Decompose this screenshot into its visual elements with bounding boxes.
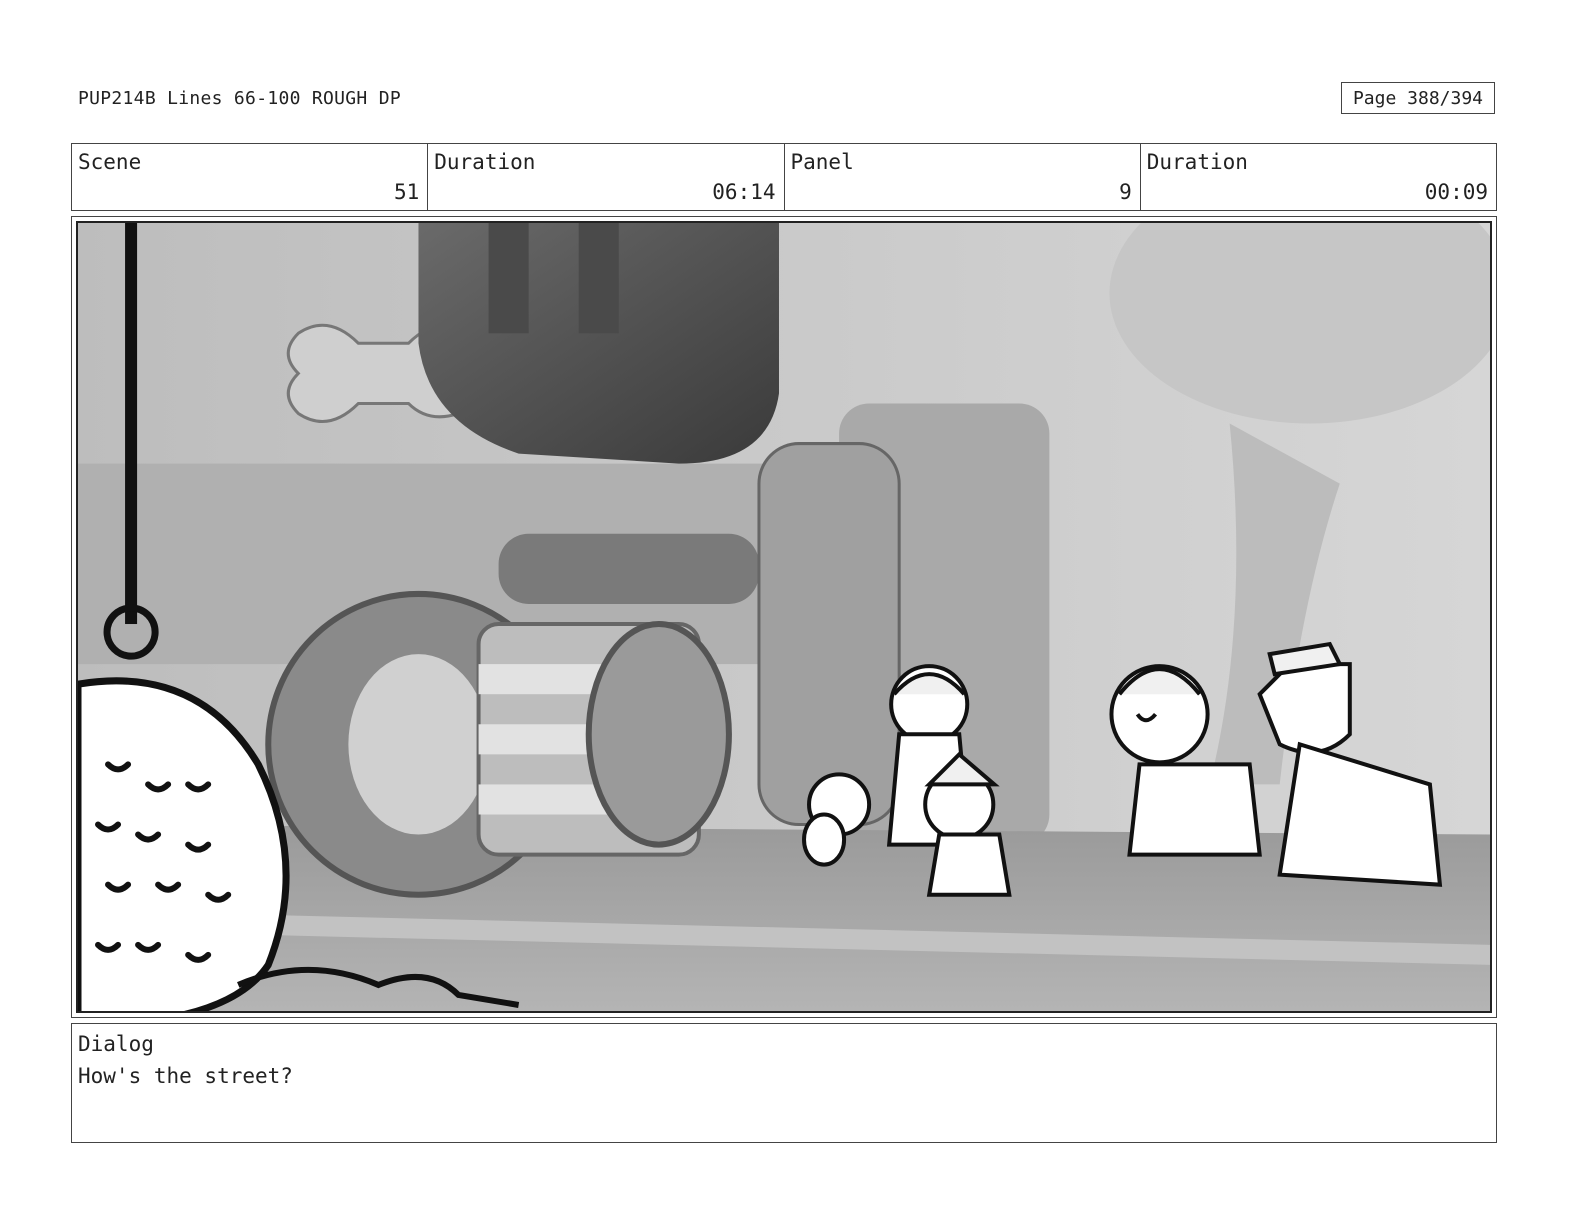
panel-duration-cell: Duration 00:09 [1141,144,1496,210]
hanging-rope [125,223,138,625]
panel-illustration [78,223,1490,1011]
panel-cell: Panel 9 [785,144,1141,210]
panel-label: Panel [790,150,854,174]
scene-duration-label: Duration [434,150,536,174]
vehicle-rear-wheel-hub [348,654,489,835]
dialog-label: Dialog [78,1032,154,1056]
scene-value: 51 [393,180,420,204]
panel-duration-label: Duration [1146,150,1248,174]
vehicle-arm [488,223,529,334]
panel-value: 9 [1119,180,1132,204]
vehicle-arm [578,223,619,334]
panel-duration-value: 00:09 [1424,180,1488,204]
page-number: Page 388/394 [1341,82,1495,114]
panel-artwork [76,221,1492,1013]
storyboard-panel [71,216,1497,1018]
scene-duration-value: 06:14 [712,180,776,204]
vehicle-body [757,442,901,827]
scene-cell: Scene 51 [72,144,429,210]
scene-duration-cell: Duration 06:14 [428,144,785,210]
dialog-section: Dialog How's the street? [71,1023,1497,1143]
document-title: PUP214B Lines 66-100 ROUGH DP [78,88,401,109]
scene-label: Scene [78,150,142,174]
dialog-text: How's the street? [78,1064,293,1088]
vehicle-front-wheel [585,621,732,848]
vehicle-fender [498,533,759,604]
info-row: Scene 51 Duration 06:14 Panel 9 Duration… [71,143,1497,211]
